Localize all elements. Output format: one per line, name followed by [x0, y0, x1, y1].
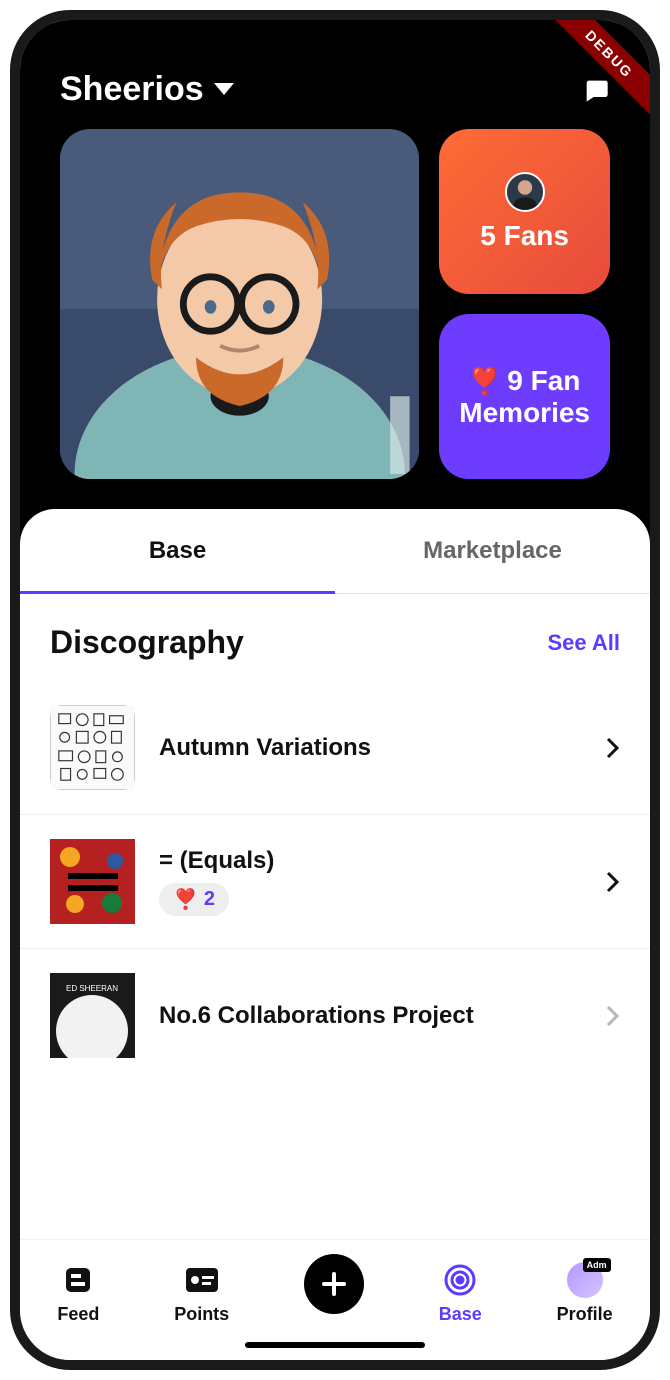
album-row[interactable]: ED SHEERAN No.6 Collaborations Project [20, 949, 650, 1082]
hero-row: 5 Fans ❣️9 Fan Memories [20, 129, 650, 509]
nav-label: Profile [557, 1304, 613, 1325]
album-art [50, 705, 135, 790]
community-selector[interactable]: Sheerios [60, 70, 234, 109]
base-icon [442, 1262, 478, 1298]
album-info: Autumn Variations [159, 734, 606, 762]
tab-marketplace[interactable]: Marketplace [335, 509, 650, 593]
nav-points[interactable]: Points [174, 1262, 229, 1325]
content-panel: Base Marketplace Discography See All Aut… [20, 509, 650, 1360]
album-title: = (Equals) [159, 847, 606, 875]
phone-frame: DEBUG Sheerios [10, 10, 660, 1370]
nav-feed[interactable]: Feed [57, 1262, 99, 1325]
profile-avatar: Adm [567, 1262, 603, 1298]
album-art: ED SHEERAN [50, 973, 135, 1058]
discography-list: Autumn Variations = (Equals) ❣️ 2 [20, 681, 650, 1239]
pin-badge: ❣️ 2 [159, 883, 229, 916]
nav-label: Points [174, 1304, 229, 1325]
tabs: Base Marketplace [20, 509, 650, 594]
admin-badge: Adm [583, 1258, 611, 1272]
points-icon [184, 1262, 220, 1298]
see-all-link[interactable]: See All [547, 630, 620, 656]
album-title: No.6 Collaborations Project [159, 1002, 606, 1030]
pin-count: 2 [204, 888, 215, 911]
screen: Sheerios [20, 20, 650, 1360]
feed-icon [60, 1262, 96, 1298]
nav-label: Feed [57, 1304, 99, 1325]
header: Sheerios [20, 20, 650, 129]
chat-icon[interactable] [582, 76, 610, 104]
album-title: Autumn Variations [159, 734, 606, 762]
nav-label: Base [439, 1304, 482, 1325]
discography-header: Discography See All [20, 594, 650, 681]
fans-card[interactable]: 5 Fans [439, 129, 610, 294]
artist-illustration [60, 129, 419, 479]
tab-base[interactable]: Base [20, 509, 335, 593]
home-indicator[interactable] [245, 1342, 425, 1348]
community-title: Sheerios [60, 70, 204, 109]
nav-add-button[interactable] [304, 1254, 364, 1314]
chevron-right-icon [606, 737, 620, 759]
fan-avatar [505, 172, 545, 212]
album-row[interactable]: = (Equals) ❣️ 2 [20, 815, 650, 949]
nav-profile[interactable]: Adm Profile [557, 1262, 613, 1325]
pin-heart-icon: ❣️ [173, 887, 198, 912]
album-row[interactable]: Autumn Variations [20, 681, 650, 815]
plus-icon [320, 1270, 348, 1298]
memories-card[interactable]: ❣️9 Fan Memories [439, 314, 610, 479]
section-title: Discography [50, 624, 244, 661]
chevron-down-icon [214, 83, 234, 97]
chevron-right-icon [606, 871, 620, 893]
fans-label: 5 Fans [480, 220, 569, 252]
album-art [50, 839, 135, 924]
memories-label: ❣️9 Fan Memories [459, 365, 590, 429]
pin-heart-icon: ❣️ [469, 366, 501, 396]
artist-photo[interactable] [60, 129, 419, 479]
profile-icon: Adm [567, 1262, 603, 1298]
svg-text:ED SHEERAN: ED SHEERAN [66, 984, 118, 993]
album-info: No.6 Collaborations Project [159, 1002, 606, 1030]
album-info: = (Equals) ❣️ 2 [159, 847, 606, 916]
nav-base[interactable]: Base [439, 1262, 482, 1325]
chevron-right-icon [606, 1005, 620, 1027]
stats-cards: 5 Fans ❣️9 Fan Memories [439, 129, 610, 479]
